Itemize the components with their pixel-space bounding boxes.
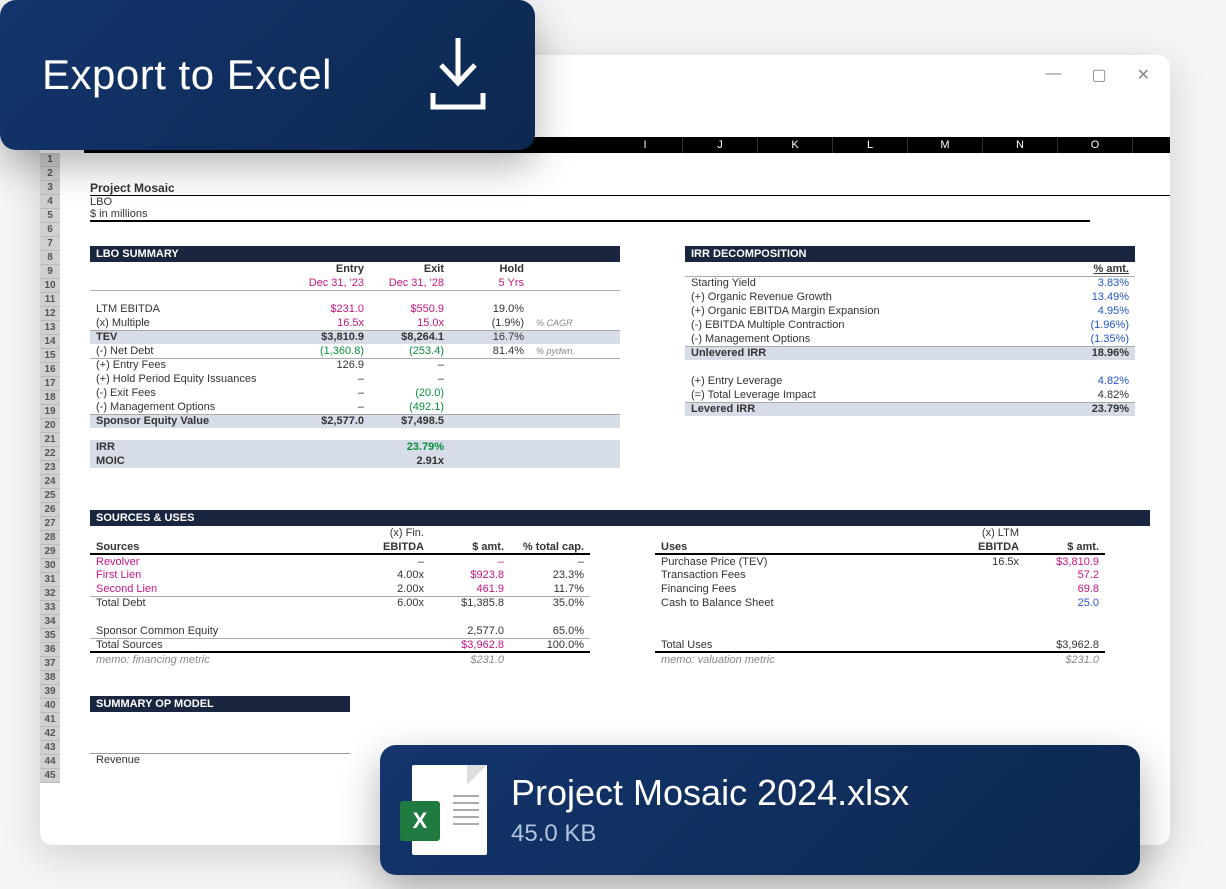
row-header-18[interactable]: 18 [40,391,60,405]
file-size: 45.0 KB [511,820,909,848]
row-header-30[interactable]: 30 [40,559,60,573]
col-I[interactable]: I [608,137,683,153]
excel-file-icon: X [412,765,487,855]
row-header-39[interactable]: 39 [40,685,60,699]
col-O[interactable]: O [1058,137,1133,153]
row-header-35[interactable]: 35 [40,629,60,643]
window-controls: — ▢ ✕ [1045,65,1150,85]
row-header-7[interactable]: 7 [40,237,60,251]
project-units: $ in millions [90,208,1090,222]
col-N[interactable]: N [983,137,1058,153]
irr-decomp-header: IRR DECOMPOSITION [685,246,1135,262]
row-header-12[interactable]: 12 [40,307,60,321]
row-header-17[interactable]: 17 [40,377,60,391]
file-download-card[interactable]: X Project Mosaic 2024.xlsx 45.0 KB [380,745,1140,875]
row-header-22[interactable]: 22 [40,447,60,461]
row-header-19[interactable]: 19 [40,405,60,419]
row-header-6[interactable]: 6 [40,223,60,237]
row-header-36[interactable]: 36 [40,643,60,657]
row-header-33[interactable]: 33 [40,601,60,615]
row-header-23[interactable]: 23 [40,461,60,475]
row-header-5[interactable]: 5 [40,209,60,223]
sources-uses-header: SOURCES & USES [90,510,1150,526]
maximize-icon[interactable]: ▢ [1091,65,1106,85]
spreadsheet-window: — ▢ ✕ I J K L M N O 12345678910111213141… [40,55,1170,845]
uses-table: (x) LTM Uses EBITDA $ amt. Purchase Pric… [655,526,1105,666]
row-header-10[interactable]: 10 [40,279,60,293]
row-header-34[interactable]: 34 [40,615,60,629]
row-header-24[interactable]: 24 [40,475,60,489]
file-name: Project Mosaic 2024.xlsx [511,772,909,814]
row-header-45[interactable]: 45 [40,769,60,783]
op-model-header: SUMMARY OP MODEL [90,696,350,712]
row-header-38[interactable]: 38 [40,671,60,685]
col-M[interactable]: M [908,137,983,153]
row-header-43[interactable]: 43 [40,741,60,755]
row-headers: 1234567891011121314151617181920212223242… [40,153,60,783]
row-header-29[interactable]: 29 [40,545,60,559]
sources-table: (x) Fin. Sources EBITDA $ amt. % total c… [90,526,590,666]
revenue-label: Revenue [90,754,350,768]
row-header-26[interactable]: 26 [40,503,60,517]
close-icon[interactable]: ✕ [1137,65,1150,85]
col-J[interactable]: J [683,137,758,153]
row-header-31[interactable]: 31 [40,573,60,587]
project-title: Project Mosaic [90,181,1170,196]
row-header-41[interactable]: 41 [40,713,60,727]
minimize-icon[interactable]: — [1045,65,1061,85]
col-L[interactable]: L [833,137,908,153]
row-header-9[interactable]: 9 [40,265,60,279]
row-header-28[interactable]: 28 [40,531,60,545]
row-header-4[interactable]: 4 [40,195,60,209]
row-header-15[interactable]: 15 [40,349,60,363]
row-header-20[interactable]: 20 [40,419,60,433]
export-label: Export to Excel [42,51,332,99]
row-header-40[interactable]: 40 [40,699,60,713]
row-header-21[interactable]: 21 [40,433,60,447]
row-header-11[interactable]: 11 [40,293,60,307]
row-header-16[interactable]: 16 [40,363,60,377]
download-icon [423,33,493,118]
row-header-42[interactable]: 42 [40,727,60,741]
row-header-37[interactable]: 37 [40,657,60,671]
row-header-27[interactable]: 27 [40,517,60,531]
sheet-grid[interactable]: Project Mosaic LBO $ in millions LBO SUM… [60,153,1170,783]
row-header-2[interactable]: 2 [40,167,60,181]
lbo-summary-table: Entry Exit Hold Dec 31, '23 Dec 31, '28 … [90,262,620,468]
row-header-25[interactable]: 25 [40,489,60,503]
export-to-excel-button[interactable]: Export to Excel [0,0,535,150]
row-header-44[interactable]: 44 [40,755,60,769]
row-header-8[interactable]: 8 [40,251,60,265]
irr-decomp-table: % amt. Starting Yield3.83%(+) Organic Re… [685,262,1135,416]
row-header-14[interactable]: 14 [40,335,60,349]
row-header-13[interactable]: 13 [40,321,60,335]
row-header-3[interactable]: 3 [40,181,60,195]
lbo-summary-header: LBO SUMMARY [90,246,620,262]
row-header-32[interactable]: 32 [40,587,60,601]
row-header-1[interactable]: 1 [40,153,60,167]
col-K[interactable]: K [758,137,833,153]
project-model: LBO [90,196,1170,208]
